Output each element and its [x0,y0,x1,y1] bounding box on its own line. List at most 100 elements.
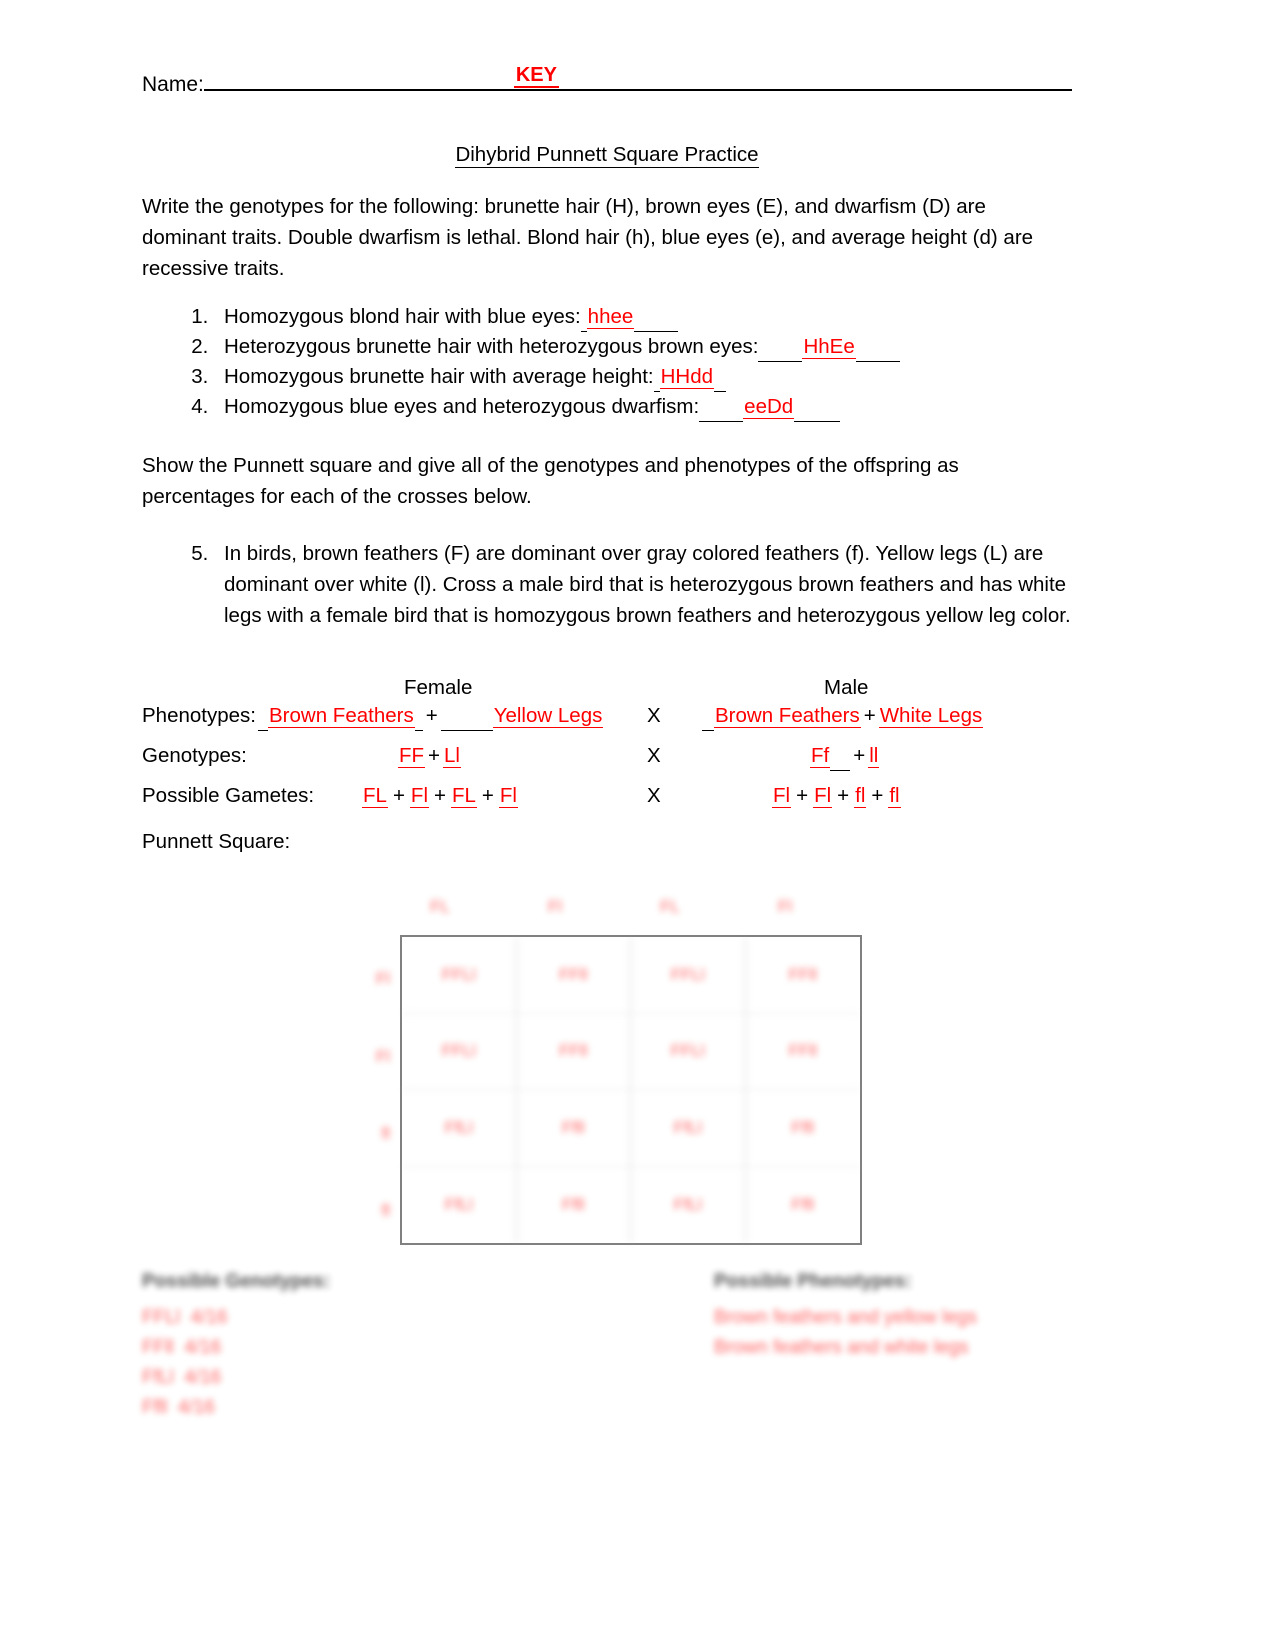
female-gamete-2: Fl [409,784,429,808]
parent-headers: Female Male [142,673,1072,701]
results-section: Possible Genotypes: FFLl 4/16 FFll 4/16 … [142,1269,1072,1419]
female-gamete-4: Fl [498,784,518,808]
male-gametes: Fl + Fl + fl + fl [770,781,903,811]
punnett-cell: FfLl [631,1166,746,1243]
blank-line[interactable] [702,712,714,731]
plus-symbol: + [434,784,446,807]
question-4-answer: eeDd [743,395,795,419]
list-item: Homozygous blue eyes and heterozygous dw… [214,392,1072,422]
worksheet-page: Name: KEY Dihybrid Punnett Square Practi… [0,0,1275,1650]
blank-line[interactable] [699,404,744,422]
blank-line[interactable] [414,712,423,731]
female-genotype-2: Ll [443,744,461,768]
punnett-cell: FFLl [402,1013,517,1090]
blank-line[interactable] [830,752,851,771]
blank-line[interactable] [758,344,803,362]
female-phenotypes: Brown Feathers + Yellow Legs [258,701,604,731]
blank-line[interactable] [634,314,679,332]
male-phenotypes: Brown Feathers + White Legs [702,701,984,731]
blank-line[interactable] [653,374,660,392]
gametes-label: Possible Gametes: [142,784,315,807]
female-gamete-1: FL [362,784,388,808]
female-phenotype-1: Brown Feathers [268,704,415,728]
punnett-square-label: Punnett Square: [142,830,291,853]
punnett-cell: FFLl [631,1013,746,1090]
question-1-text: Homozygous blond hair with blue eyes: [224,305,581,328]
possible-phenotypes-column: Possible Phenotypes: Brown feathers and … [714,1269,977,1363]
instruction-paragraph: Show the Punnett square and give all of … [142,454,959,508]
name-row: Name: KEY [142,64,1072,98]
punnett-cell: FfLl [402,1166,517,1243]
blank-line[interactable] [714,374,727,392]
page-content: Name: KEY Dihybrid Punnett Square Practi… [142,64,1072,1419]
male-phenotype-2: White Legs [878,704,984,728]
punnett-cell: FFll [745,937,860,1014]
possible-genotypes-column: Possible Genotypes: FFLl 4/16 FFll 4/16 … [142,1269,330,1423]
punnett-col-header-2: Fl [547,897,563,916]
question-list: Homozygous blond hair with blue eyes:hhe… [142,302,1072,422]
question-2-answer: HhEe [802,335,856,359]
male-gamete-1: Fl [772,784,792,808]
male-header: Male [824,676,869,699]
genotypes-label: Genotypes: [142,744,247,767]
punnett-row-header-1: Fl [375,969,390,988]
punnett-cell: FFLl [631,937,746,1014]
male-gamete-3: fl [854,784,867,808]
plus-symbol: + [853,744,866,767]
punnett-cell: FfLl [631,1090,746,1167]
page-title: Dihybrid Punnett Square Practice [142,142,1072,168]
blank-line[interactable] [794,404,841,422]
punnett-col-header-3: FL [660,897,680,916]
gametes-row: Possible Gametes: FL + Fl + FL + Fl X Fl + Fl + fl… [142,781,1072,821]
plus-symbol: + [481,784,494,807]
name-key-answer: KEY [513,64,559,88]
plus-symbol: + [837,784,850,807]
male-phenotype-1: Brown Feathers [714,704,861,728]
cross-section: Female Male Phenotypes: Brown Feathers + Y… [142,673,1072,857]
female-phenotype-2: Yellow Legs [492,704,604,728]
blank-line[interactable] [580,314,587,332]
question-4-text: Homozygous blue eyes and heterozygous dw… [224,395,700,418]
punnett-cell: FFll [745,1014,860,1090]
intro-paragraph: Write the genotypes for the following: b… [142,195,1034,280]
blank-line[interactable] [855,344,900,362]
phenotype-result-item: Brown feathers and white legs [714,1337,969,1358]
question-3-answer: HHdd [659,365,715,389]
plus-symbol: + [428,744,441,767]
punnett-cell: Ffll [516,1090,631,1167]
question-3-text: Homozygous brunette hair with average he… [224,365,654,388]
genotype-result-item: FfLl 4/16 [142,1367,222,1388]
punnett-square: FL Fl FL Fl Fl Fl fl fl FFLl FFll FFLl F… [142,887,1072,1247]
name-label: Name: [142,73,204,96]
punnett-cell: FfLl [402,1090,517,1167]
name-blank-line[interactable]: KEY [203,64,1072,91]
punnett-cell: Ffll [745,1090,860,1167]
plus-symbol: + [871,784,884,807]
punnett-row-header-3: fl [381,1124,391,1143]
cross-symbol: X [647,744,661,767]
genotype-result-item: Ffll 4/16 [142,1397,215,1418]
genotype-result-item: FFLl 4/16 [142,1307,228,1328]
plus-symbol: + [863,704,876,727]
cross-symbol: X [647,704,661,727]
female-header: Female [404,676,473,699]
blank-line[interactable] [440,712,493,731]
punnett-row-header-2: Fl [375,1047,390,1066]
male-gamete-2: Fl [813,784,833,808]
page-title-text: Dihybrid Punnett Square Practice [455,143,759,168]
punnett-cell: FFLl [402,937,517,1014]
possible-genotypes-heading: Possible Genotypes: [142,1271,330,1292]
list-item: In birds, brown feathers (F) are dominan… [214,538,1072,631]
punnett-cell: FFll [516,937,631,1014]
female-genotype-1: FF [398,744,426,768]
blank-line[interactable] [258,712,268,731]
male-genotype-1: Ff [810,744,831,768]
punnett-row-header-4: fl [381,1201,391,1220]
male-gamete-4: fl [888,784,901,808]
female-genotypes: FF + Ll [398,741,461,771]
phenotypes-row: Phenotypes: Brown Feathers + Yellow Legs X… [142,701,1072,741]
punnett-cell: FFll [516,1013,631,1090]
plus-symbol: + [796,784,809,807]
female-gamete-3: FL [450,784,477,808]
question-5-text: In birds, brown feathers (F) are dominan… [224,542,1071,627]
